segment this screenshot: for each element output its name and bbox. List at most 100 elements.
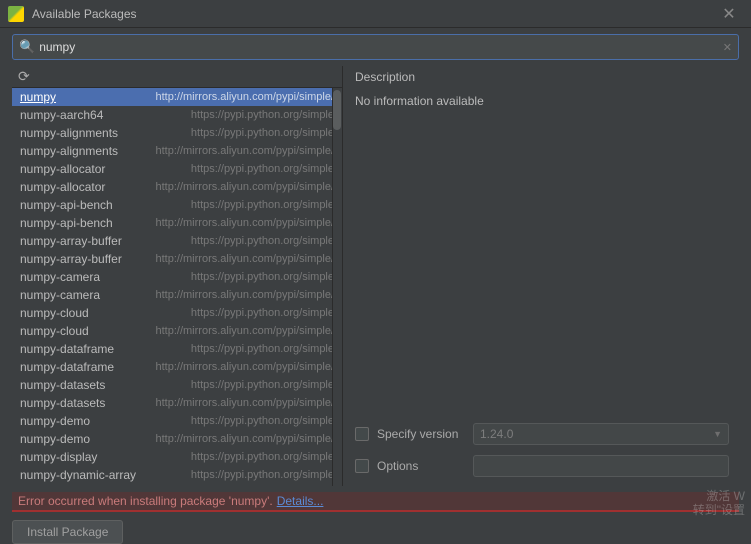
clear-search-icon[interactable]: ✕: [723, 41, 732, 54]
package-source: https://pypi.python.org/simple: [191, 163, 334, 175]
package-source: https://pypi.python.org/simple: [191, 451, 334, 463]
package-row[interactable]: numpy-dataframehttps://pypi.python.org/s…: [12, 340, 342, 358]
package-source: https://pypi.python.org/simple: [191, 271, 334, 283]
package-source: https://pypi.python.org/simple: [191, 199, 334, 211]
content-area: ⟳ numpyhttp://mirrors.aliyun.com/pypi/si…: [12, 66, 739, 486]
package-row[interactable]: numpy-alignmentshttp://mirrors.aliyun.co…: [12, 142, 342, 160]
package-name: numpy-api-bench: [20, 216, 156, 230]
package-name: numpy-datasets: [20, 396, 156, 410]
specify-version-label: Specify version: [377, 427, 473, 441]
package-list[interactable]: numpyhttp://mirrors.aliyun.com/pypi/simp…: [12, 88, 342, 486]
details-panel: Description No information available Spe…: [342, 66, 739, 486]
package-source: https://pypi.python.org/simple: [191, 379, 334, 391]
error-message: Error occurred when installing package '…: [18, 494, 273, 508]
options-row: Options: [355, 452, 729, 480]
package-row[interactable]: numpy-cloudhttps://pypi.python.org/simpl…: [12, 304, 342, 322]
package-name: numpy-demo: [20, 414, 191, 428]
package-source: http://mirrors.aliyun.com/pypi/simple/: [156, 181, 335, 193]
package-name: numpy: [20, 90, 156, 104]
package-row[interactable]: numpy-allocatorhttps://pypi.python.org/s…: [12, 160, 342, 178]
search-bar[interactable]: 🔍 ✕: [12, 34, 739, 60]
package-source: http://mirrors.aliyun.com/pypi/simple/: [156, 289, 335, 301]
package-row[interactable]: numpy-camerahttp://mirrors.aliyun.com/py…: [12, 286, 342, 304]
package-name: numpy-cloud: [20, 306, 191, 320]
package-name: numpy-alignments: [20, 126, 191, 140]
package-row[interactable]: numpy-datasetshttp://mirrors.aliyun.com/…: [12, 394, 342, 412]
package-source: https://pypi.python.org/simple: [191, 343, 334, 355]
package-row[interactable]: numpy-dataframehttp://mirrors.aliyun.com…: [12, 358, 342, 376]
package-row[interactable]: numpy-demohttps://pypi.python.org/simple: [12, 412, 342, 430]
scrollbar-thumb[interactable]: [333, 90, 341, 130]
options-input[interactable]: [473, 455, 729, 477]
package-name: numpy-api-bench: [20, 198, 191, 212]
package-source: http://mirrors.aliyun.com/pypi/simple/: [156, 253, 335, 265]
app-icon: [8, 6, 24, 22]
package-row[interactable]: numpy-alignmentshttps://pypi.python.org/…: [12, 124, 342, 142]
close-button[interactable]: ✕: [715, 0, 743, 28]
package-row[interactable]: numpy-array-bufferhttps://pypi.python.or…: [12, 232, 342, 250]
specify-version-checkbox[interactable]: [355, 427, 369, 441]
refresh-row: ⟳: [12, 66, 342, 88]
close-icon: ✕: [722, 4, 735, 24]
package-name: numpy-datasets: [20, 378, 191, 392]
package-name: numpy-cloud: [20, 324, 156, 338]
package-source: http://mirrors.aliyun.com/pypi/simple/: [156, 397, 335, 409]
package-row[interactable]: numpy-demohttp://mirrors.aliyun.com/pypi…: [12, 430, 342, 448]
search-input[interactable]: [39, 40, 723, 54]
package-source: https://pypi.python.org/simple: [191, 109, 334, 121]
package-source: https://pypi.python.org/simple: [191, 307, 334, 319]
package-row[interactable]: numpy-cloudhttp://mirrors.aliyun.com/pyp…: [12, 322, 342, 340]
package-row[interactable]: numpy-datasetshttps://pypi.python.org/si…: [12, 376, 342, 394]
description-label: Description: [355, 70, 729, 88]
package-name: numpy-demo: [20, 432, 156, 446]
package-source: http://mirrors.aliyun.com/pypi/simple/: [156, 361, 335, 373]
window-title: Available Packages: [32, 7, 715, 21]
package-row[interactable]: numpy-api-benchhttps://pypi.python.org/s…: [12, 196, 342, 214]
package-name: numpy-camera: [20, 270, 191, 284]
package-row[interactable]: numpy-displayhttps://pypi.python.org/sim…: [12, 448, 342, 466]
package-row[interactable]: numpy-api-benchhttp://mirrors.aliyun.com…: [12, 214, 342, 232]
package-name: numpy-dataframe: [20, 360, 156, 374]
install-package-button[interactable]: Install Package: [12, 520, 123, 544]
package-source: http://mirrors.aliyun.com/pypi/simple/: [156, 145, 335, 157]
package-name: numpy-dynamic-array: [20, 468, 191, 482]
package-source: https://pypi.python.org/simple: [191, 415, 334, 427]
package-name: numpy-camera: [20, 288, 156, 302]
search-icon: 🔍: [19, 39, 35, 55]
package-row[interactable]: numpyhttp://mirrors.aliyun.com/pypi/simp…: [12, 88, 342, 106]
error-details-link[interactable]: Details...: [277, 494, 324, 508]
package-name: numpy-display: [20, 450, 191, 464]
titlebar: Available Packages ✕: [0, 0, 751, 28]
options-label: Options: [377, 459, 473, 473]
package-source: http://mirrors.aliyun.com/pypi/simple/: [156, 217, 335, 229]
package-name: numpy-allocator: [20, 180, 156, 194]
vertical-scrollbar[interactable]: [332, 88, 342, 486]
package-name: numpy-alignments: [20, 144, 156, 158]
bottom-row: Install Package: [12, 520, 739, 544]
version-value: 1.24.0: [480, 427, 513, 441]
package-name: numpy-allocator: [20, 162, 191, 176]
package-name: numpy-aarch64: [20, 108, 191, 122]
package-source: https://pypi.python.org/simple: [191, 469, 334, 481]
description-text: No information available: [355, 88, 729, 416]
package-name: numpy-array-buffer: [20, 234, 191, 248]
package-source: http://mirrors.aliyun.com/pypi/simple/: [156, 91, 335, 103]
package-name: numpy-array-buffer: [20, 252, 156, 266]
package-row[interactable]: numpy-array-bufferhttp://mirrors.aliyun.…: [12, 250, 342, 268]
package-panel: ⟳ numpyhttp://mirrors.aliyun.com/pypi/si…: [12, 66, 342, 486]
specify-version-row: Specify version 1.24.0 ▼: [355, 420, 729, 448]
error-strip: Error occurred when installing package '…: [12, 492, 739, 512]
package-row[interactable]: numpy-dynamic-arrayhttps://pypi.python.o…: [12, 466, 342, 484]
version-select[interactable]: 1.24.0 ▼: [473, 423, 729, 445]
chevron-down-icon: ▼: [713, 429, 722, 439]
package-source: https://pypi.python.org/simple: [191, 127, 334, 139]
package-row[interactable]: numpy-aarch64https://pypi.python.org/sim…: [12, 106, 342, 124]
package-row[interactable]: numpy-camerahttps://pypi.python.org/simp…: [12, 268, 342, 286]
package-source: https://pypi.python.org/simple: [191, 235, 334, 247]
package-row[interactable]: numpy-allocatorhttp://mirrors.aliyun.com…: [12, 178, 342, 196]
reload-icon[interactable]: ⟳: [18, 68, 30, 85]
package-source: http://mirrors.aliyun.com/pypi/simple/: [156, 325, 335, 337]
scrollbar-track: [332, 88, 333, 486]
options-checkbox[interactable]: [355, 459, 369, 473]
package-source: http://mirrors.aliyun.com/pypi/simple/: [156, 433, 335, 445]
